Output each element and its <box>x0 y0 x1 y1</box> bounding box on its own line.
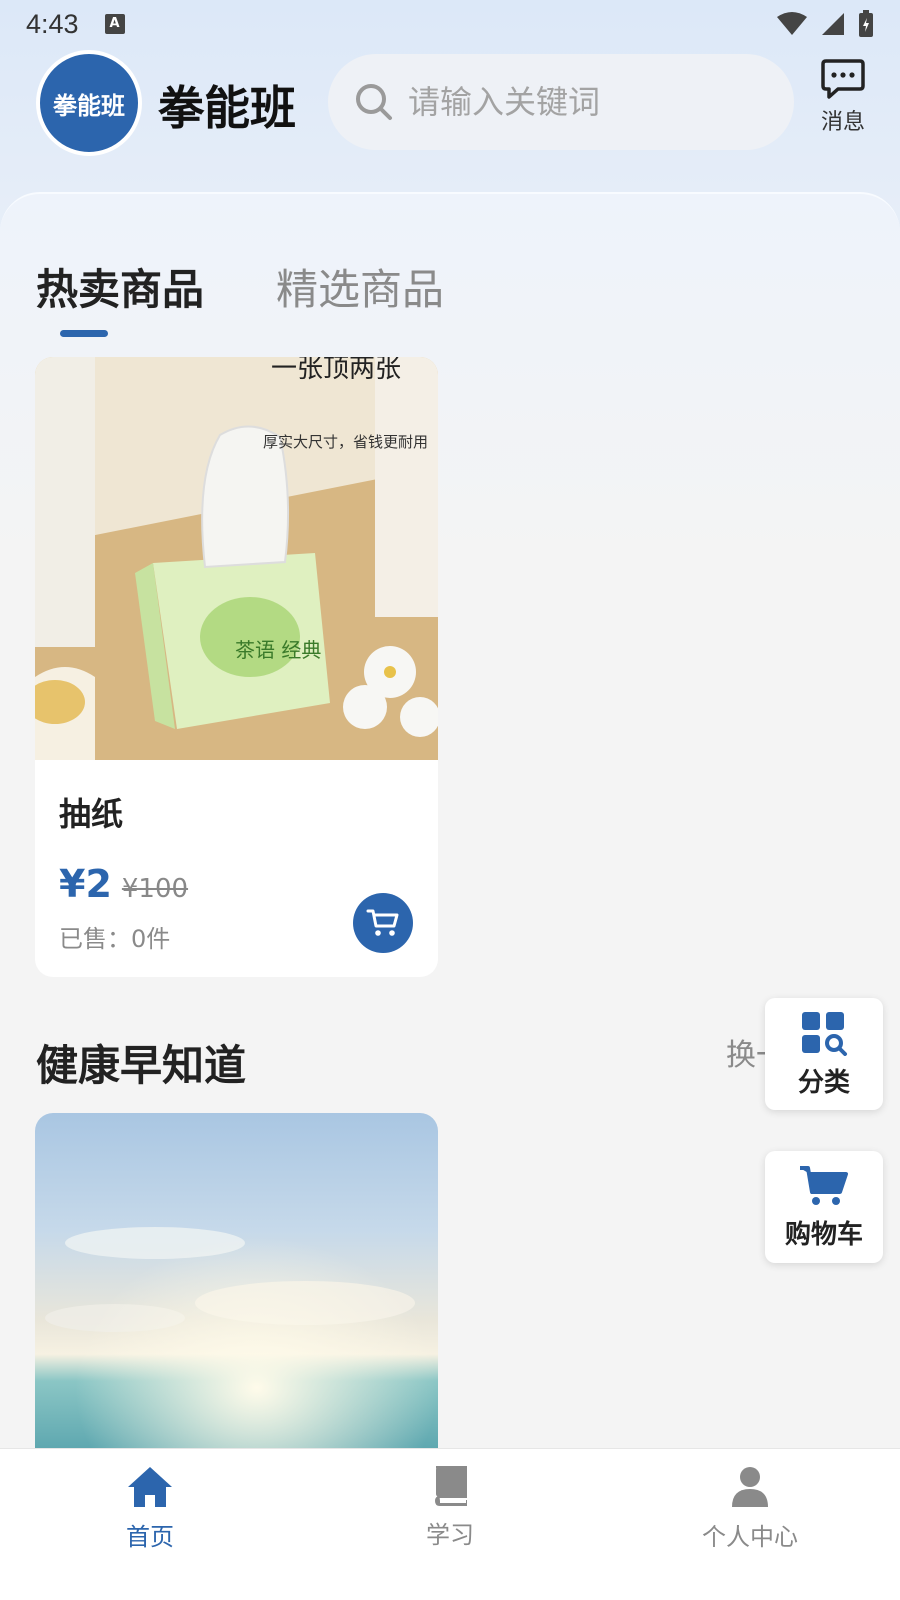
nav-home[interactable]: 首页 <box>0 1449 300 1600</box>
notification-icon: A <box>104 14 125 34</box>
nav-home-label: 首页 <box>126 1523 174 1551</box>
nav-study[interactable]: 学习 <box>300 1449 600 1600</box>
cart-icon <box>366 909 399 936</box>
message-icon <box>821 59 865 99</box>
image-text-box: 茶语 经典 <box>235 638 321 662</box>
message-label: 消息 <box>820 110 865 135</box>
search-input[interactable] <box>408 83 768 121</box>
search-bar[interactable] <box>328 54 794 150</box>
status-bar: 4:43 A <box>0 0 900 48</box>
shopping-cart-icon <box>800 1165 848 1205</box>
app-name: 拳能班 <box>158 81 296 135</box>
health-section-title: 健康早知道 <box>36 1041 247 1090</box>
wifi-icon <box>777 12 807 35</box>
product-original-price: ¥100 <box>121 874 189 904</box>
status-time: 4:43 <box>26 8 79 39</box>
tab-featured-products[interactable]: 精选商品 <box>276 256 444 317</box>
category-label: 分类 <box>797 1067 850 1098</box>
nav-profile[interactable]: 个人中心 <box>600 1449 900 1600</box>
product-card[interactable]: 一张顶两张 厚实大尺寸，省钱更耐用 茶语 经典 抽纸 ¥2 ¥100 已售：0件 <box>35 357 438 977</box>
refresh-link[interactable]: 换一换 <box>726 1030 766 1074</box>
status-icons <box>776 10 874 38</box>
cart-label: 购物车 <box>784 1219 863 1250</box>
home-icon <box>128 1467 172 1507</box>
product-tabs: 热卖商品 精选商品 <box>36 256 444 317</box>
price-row: ¥2 ¥100 <box>59 862 188 906</box>
nav-profile-label: 个人中心 <box>702 1523 798 1551</box>
add-to-cart-button[interactable] <box>353 893 413 953</box>
category-icon <box>802 1011 847 1056</box>
tab-active-indicator <box>60 330 108 337</box>
bottom-navigation: 首页 学习 个人中心 <box>0 1448 900 1600</box>
sea-sky-image <box>35 1113 438 1448</box>
product-title: 抽纸 <box>59 795 124 833</box>
image-text-sub: 厚实大尺寸，省钱更耐用 <box>263 433 428 451</box>
app-logo: 拳能班 <box>36 50 142 156</box>
tissue-box-illustration: 一张顶两张 厚实大尺寸，省钱更耐用 茶语 经典 <box>35 357 438 760</box>
image-text-top: 一张顶两张 <box>271 357 401 384</box>
user-icon <box>732 1467 768 1507</box>
signal-icon <box>822 13 844 35</box>
search-icon <box>356 84 392 120</box>
health-article-card[interactable] <box>35 1113 438 1448</box>
book-icon <box>434 1466 467 1506</box>
product-image: 一张顶两张 厚实大尺寸，省钱更耐用 茶语 经典 <box>35 357 438 760</box>
product-sold-count: 已售：0件 <box>59 925 171 953</box>
nav-study-label: 学习 <box>426 1521 474 1549</box>
message-button[interactable]: 消息 <box>808 58 878 148</box>
product-price: ¥2 <box>59 862 112 906</box>
battery-icon <box>859 10 873 37</box>
category-float-button[interactable]: 分类 <box>765 998 883 1110</box>
tab-hot-products[interactable]: 热卖商品 <box>36 256 204 317</box>
app-header: 拳能班 拳能班 消息 <box>0 48 900 158</box>
cart-float-button[interactable]: 购物车 <box>765 1151 883 1263</box>
